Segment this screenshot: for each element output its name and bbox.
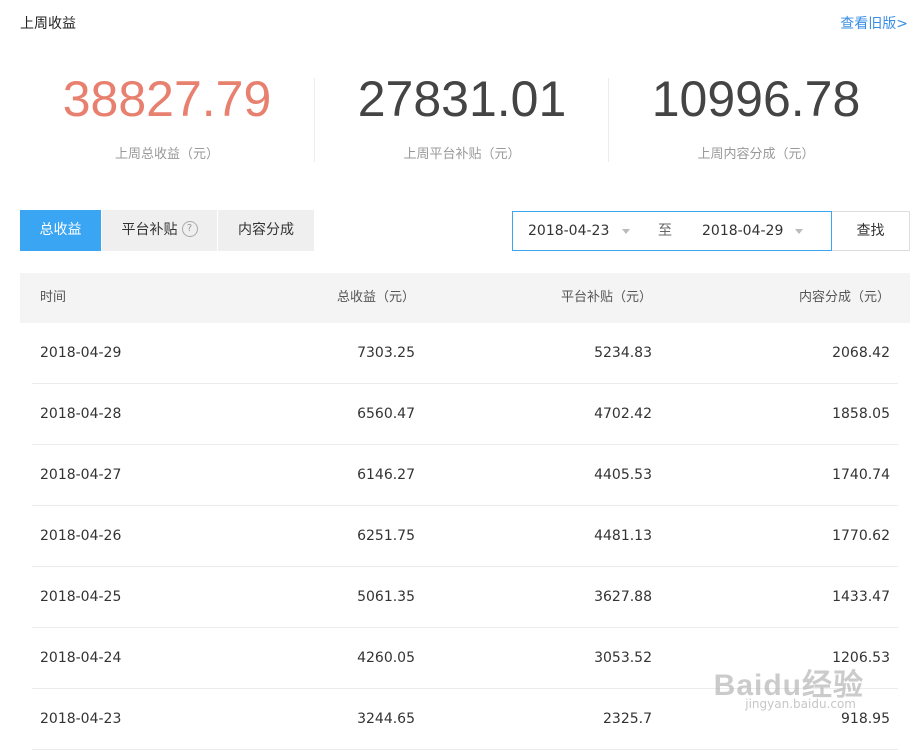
date-range-separator: 至 <box>658 223 672 239</box>
cell-date: 2018-04-27 <box>40 467 122 483</box>
table-row: 2018-04-28 6560.47 4702.42 1858.05 <box>20 384 910 445</box>
cell-share: 1740.74 <box>832 467 890 483</box>
table-row: 2018-04-25 5061.35 3627.88 1433.47 <box>20 567 910 628</box>
cell-subsidy: 3053.52 <box>594 650 652 666</box>
old-version-link[interactable]: 查看旧版> <box>840 13 908 33</box>
watermark-url: jingyan.baidu.com <box>745 697 856 711</box>
cell-date: 2018-04-25 <box>40 589 122 605</box>
stat-total-income-label: 上周总收益（元） <box>114 147 219 162</box>
table-row: 2018-04-26 6251.75 4481.13 1770.62 <box>20 506 910 567</box>
cell-subsidy: 2325.7 <box>603 711 652 727</box>
cell-date: 2018-04-29 <box>40 345 122 361</box>
tab-total-income[interactable]: 总收益 <box>20 210 102 251</box>
cell-total: 6146.27 <box>357 467 415 483</box>
stats-summary: 38827.79 上周总收益（元） 27831.01 上周平台补贴（元） 109… <box>20 70 904 165</box>
tab-content-share-label: 内容分成 <box>238 222 294 238</box>
end-date-select[interactable]: 2018-04-29 <box>702 212 783 250</box>
stat-platform-subsidy-value: 27831.01 <box>357 71 567 127</box>
cell-date: 2018-04-28 <box>40 406 122 422</box>
cell-total: 5061.35 <box>357 589 415 605</box>
table-header: 时间 总收益（元） 平台补贴（元） 内容分成（元） <box>20 273 910 323</box>
cell-subsidy: 4702.42 <box>594 406 652 422</box>
stat-platform-subsidy: 27831.01 上周平台补贴（元） <box>315 70 609 162</box>
column-header-total: 总收益（元） <box>336 290 415 305</box>
cell-total: 7303.25 <box>357 345 415 361</box>
tab-content-share[interactable]: 内容分成 <box>218 210 315 251</box>
income-tabs: 总收益 平台补贴? 内容分成 <box>20 210 315 251</box>
stat-platform-subsidy-label: 上周平台补贴（元） <box>403 147 521 162</box>
stat-content-share: 10996.78 上周内容分成（元） <box>609 70 903 162</box>
cell-subsidy: 4481.13 <box>594 528 652 544</box>
cell-date: 2018-04-23 <box>40 711 122 727</box>
stat-total-income: 38827.79 上周总收益（元） <box>20 70 314 162</box>
table-row: 2018-04-29 7303.25 5234.83 2068.42 <box>20 323 910 384</box>
tab-platform-subsidy-label: 平台补贴 <box>121 222 178 238</box>
cell-date: 2018-04-24 <box>40 650 122 666</box>
cell-subsidy: 4405.53 <box>594 467 652 483</box>
cell-share: 1770.62 <box>832 528 890 544</box>
date-range-picker: 2018-04-23 至 2018-04-29 <box>512 211 832 251</box>
cell-total: 4260.05 <box>357 650 415 666</box>
cell-share: 1433.47 <box>832 589 890 605</box>
cell-total: 3244.65 <box>357 711 415 727</box>
chevron-down-icon[interactable] <box>622 229 630 234</box>
stat-content-share-label: 上周内容分成（元） <box>697 147 815 162</box>
cell-share: 2068.42 <box>832 345 890 361</box>
cell-total: 6560.47 <box>357 406 415 422</box>
cell-subsidy: 5234.83 <box>594 345 652 361</box>
start-date-select[interactable]: 2018-04-23 <box>528 212 609 250</box>
column-header-date: 时间 <box>40 290 67 305</box>
help-icon[interactable]: ? <box>181 221 198 237</box>
stat-content-share-value: 10996.78 <box>651 71 861 127</box>
cell-date: 2018-04-26 <box>40 528 122 544</box>
cell-total: 6251.75 <box>357 528 415 544</box>
cell-subsidy: 3627.88 <box>594 589 652 605</box>
tab-platform-subsidy[interactable]: 平台补贴? <box>102 210 218 251</box>
search-button[interactable]: 查找 <box>832 211 910 251</box>
page-title: 上周收益 <box>20 16 76 32</box>
stat-total-income-value: 38827.79 <box>62 71 272 127</box>
column-header-subsidy: 平台补贴（元） <box>560 290 652 305</box>
cell-share: 1858.05 <box>832 406 890 422</box>
column-header-share: 内容分成（元） <box>798 290 890 305</box>
chevron-down-icon[interactable] <box>795 229 803 234</box>
tab-total-income-label: 总收益 <box>39 222 82 238</box>
table-row: 2018-04-27 6146.27 4405.53 1740.74 <box>20 445 910 506</box>
